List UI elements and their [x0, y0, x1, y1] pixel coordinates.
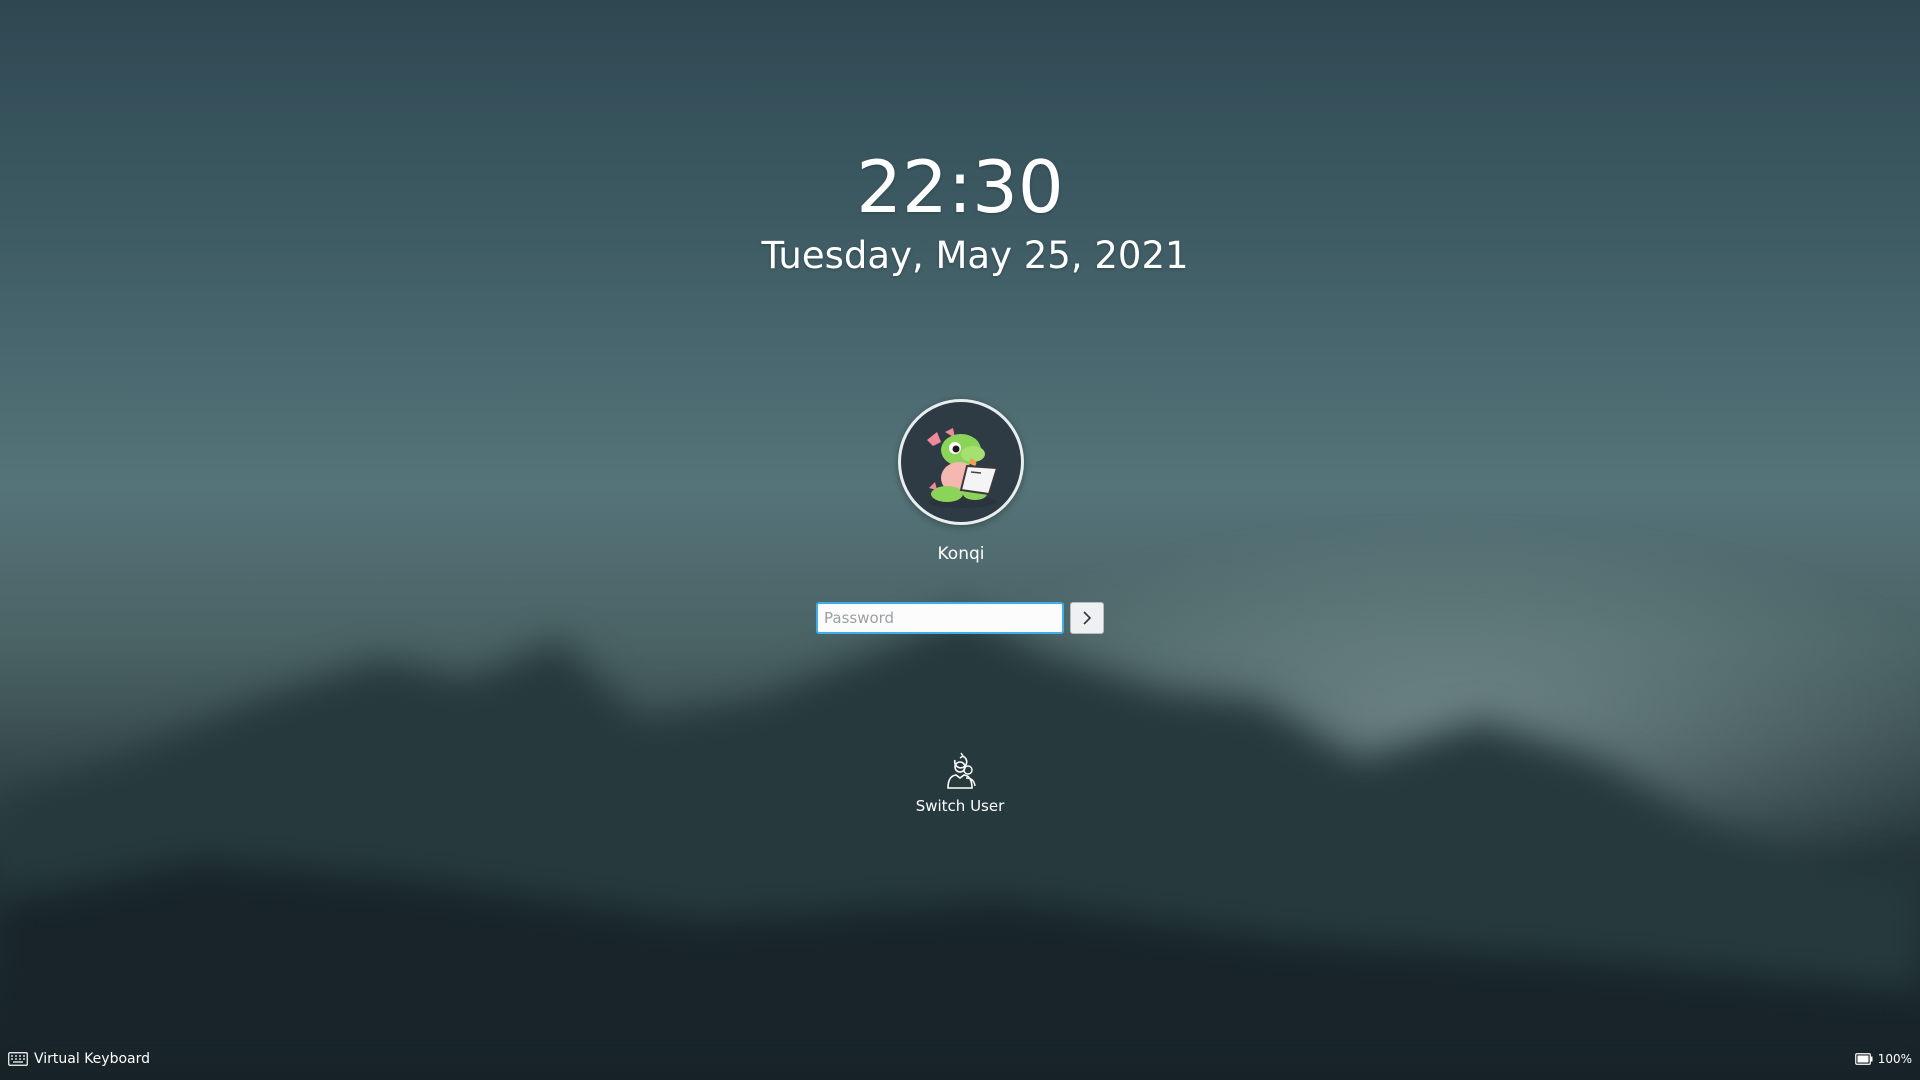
clock-time: 22:30 [856, 145, 1064, 229]
battery-icon [1854, 1053, 1873, 1065]
virtual-keyboard-label: Virtual Keyboard [34, 1051, 151, 1067]
lock-screen: 22:30 Tuesday, May 25, 2021 Konqi Switch… [0, 0, 1920, 1080]
virtual-keyboard-button[interactable]: Virtual Keyboard [8, 1049, 150, 1069]
username-label: Konqi [937, 544, 985, 564]
user-avatar[interactable] [898, 399, 1024, 525]
clock-date: Tuesday, May 25, 2021 [761, 234, 1189, 277]
konqi-avatar-icon [927, 428, 999, 508]
battery-indicator: 100% [1854, 1049, 1912, 1069]
switch-user-button[interactable]: Switch User [900, 752, 1020, 816]
keyboard-icon [8, 1052, 28, 1066]
login-button[interactable] [1070, 602, 1104, 634]
chevron-right-icon [1083, 611, 1092, 625]
switch-user-icon [947, 752, 976, 789]
password-input[interactable] [816, 602, 1064, 634]
battery-label: 100% [1877, 1052, 1912, 1066]
switch-user-label: Switch User [915, 797, 1005, 815]
